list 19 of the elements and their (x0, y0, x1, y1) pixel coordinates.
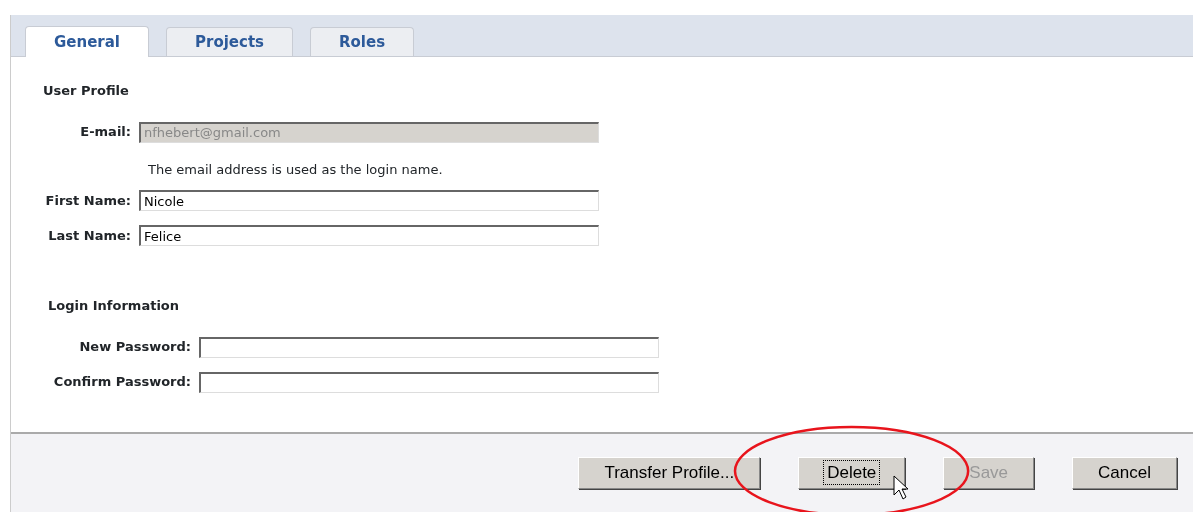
field-label: Last Name: (47, 226, 132, 245)
help-text: The email address is used as the login name. (148, 160, 443, 179)
input-field[interactable] (199, 336, 659, 358)
field-label: Confirm Password: (52, 373, 192, 392)
tab[interactable]: Roles (310, 27, 415, 56)
input-field[interactable]: Nicole (139, 190, 599, 211)
tab[interactable]: General (25, 26, 149, 57)
input-field[interactable] (199, 371, 659, 393)
section-title: Login Information (48, 297, 180, 315)
field-label: E-mail: (79, 123, 132, 142)
cursor-icon (893, 475, 909, 500)
input-field[interactable]: Felice (139, 225, 599, 246)
section-title: User Profile (43, 82, 129, 100)
button[interactable]: Delete (798, 457, 906, 489)
button[interactable]: Transfer Profile... (578, 457, 761, 489)
field-label: New Password: (78, 338, 192, 357)
tab[interactable]: Projects (166, 27, 293, 56)
button[interactable]: Cancel (1072, 457, 1177, 489)
field-label: First Name: (44, 191, 132, 210)
